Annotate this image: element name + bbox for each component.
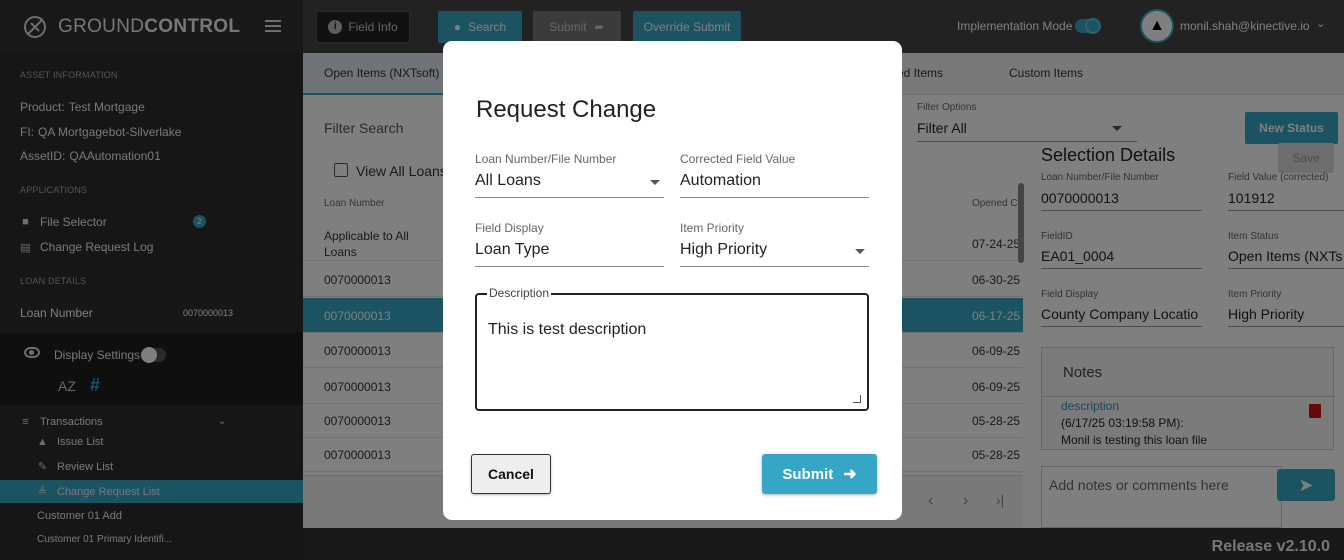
cancel-button[interactable]: Cancel	[471, 454, 551, 494]
description-label: Description	[487, 286, 552, 300]
modal-loan-select[interactable]: All Loans	[475, 172, 664, 198]
arrow-right-icon: ➜	[843, 466, 857, 483]
submit-button[interactable]: Submit ➜	[762, 454, 877, 494]
request-change-modal: Request Change Loan Number/File Number A…	[443, 41, 902, 520]
modal-corrected-input[interactable]: Automation	[680, 172, 869, 198]
app-root: GROUNDCONTROL ASSET INFORMATION Product:…	[0, 0, 1344, 560]
modal-prio-label: Item Priority	[680, 221, 745, 235]
prio-caret-icon	[855, 249, 865, 254]
description-value: This is test description	[488, 321, 647, 338]
description-textarea[interactable]: Description This is test description	[475, 286, 869, 411]
modal-fd-input[interactable]: Loan Type	[475, 241, 664, 267]
loan-caret-icon	[650, 180, 660, 185]
modal-loan-label: Loan Number/File Number	[475, 152, 617, 166]
modal-corrected-label: Corrected Field Value	[680, 152, 796, 166]
resize-grip-icon[interactable]	[853, 395, 861, 403]
modal-prio-select[interactable]: High Priority	[680, 241, 869, 267]
modal-fd-label: Field Display	[475, 221, 544, 235]
modal-title: Request Change	[476, 96, 657, 123]
